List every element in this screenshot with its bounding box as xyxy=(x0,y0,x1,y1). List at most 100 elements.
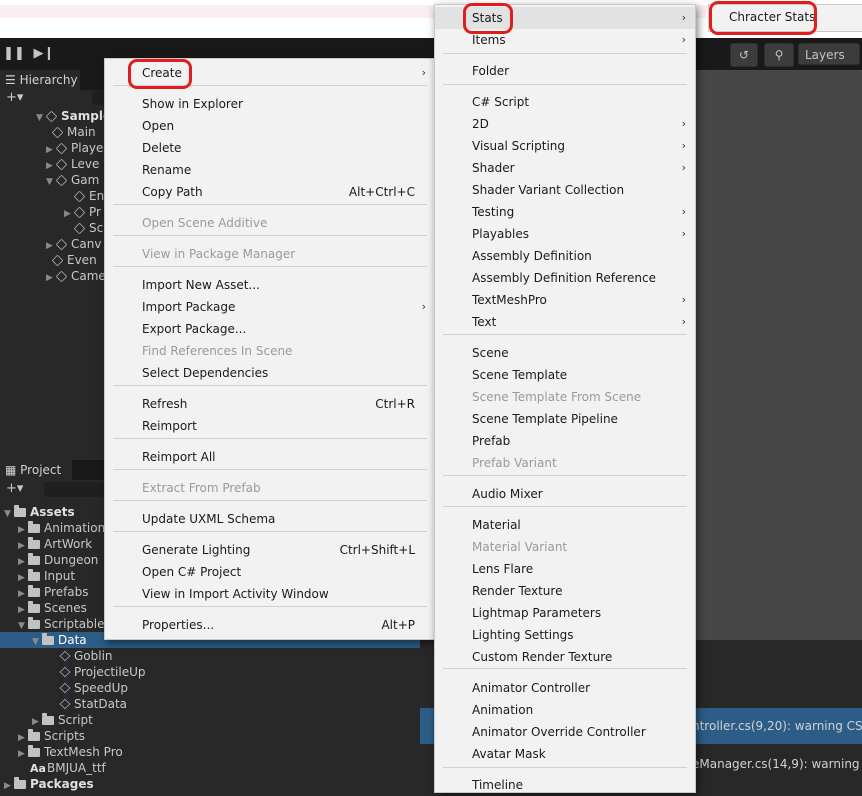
project-row[interactable]: ProjectileUp xyxy=(59,664,146,680)
gameobject-icon xyxy=(73,222,86,235)
menu-item-avatar-mask[interactable]: Avatar Mask xyxy=(435,743,695,765)
history-icon[interactable]: ↺ xyxy=(730,43,758,67)
menu-item-properties[interactable]: Properties... Alt+P xyxy=(105,614,435,636)
menu-item-folder[interactable]: Folder xyxy=(435,60,695,82)
menu-item-shader-variant-collection[interactable]: Shader Variant Collection xyxy=(435,179,695,201)
menu-item-assembly-definition-reference[interactable]: Assembly Definition Reference xyxy=(435,267,695,289)
search-icon[interactable]: ⚲ xyxy=(764,43,794,67)
menu-item-generate-lighting[interactable]: Generate Lighting Ctrl+Shift+L xyxy=(105,539,435,561)
menu-item-reimport-all[interactable]: Reimport All xyxy=(105,446,435,468)
expand-arrow-icon[interactable]: ▼ xyxy=(46,174,56,190)
menu-item-prefab[interactable]: Prefab xyxy=(435,430,695,452)
expand-arrow-icon[interactable]: ▼ xyxy=(18,618,28,634)
menu-item-lightmap-parameters[interactable]: Lightmap Parameters xyxy=(435,602,695,624)
project-row[interactable]: Goblin xyxy=(59,648,113,664)
menu-item-reimport[interactable]: Reimport xyxy=(105,415,435,437)
tab-hierarchy[interactable]: ☰ Hierarchy xyxy=(0,70,80,90)
menu-item-lighting-settings[interactable]: Lighting Settings xyxy=(435,624,695,646)
project-row[interactable]: ▶ Animation xyxy=(18,520,105,536)
project-row[interactable]: ▶ Script xyxy=(32,712,93,728)
menu-item-scene-template[interactable]: Scene Template xyxy=(435,364,695,386)
menu-item-playables[interactable]: Playables › xyxy=(435,223,695,245)
layers-dropdown[interactable]: Layers xyxy=(798,43,860,65)
project-row[interactable]: ▶ Prefabs xyxy=(18,584,89,600)
project-row[interactable]: ▼ Data xyxy=(32,632,87,648)
menu-item-visual-scripting[interactable]: Visual Scripting › xyxy=(435,135,695,157)
menu-item-audio-mixer[interactable]: Audio Mixer xyxy=(435,483,695,505)
hierarchy-row[interactable]: ▶ Leve xyxy=(46,156,99,172)
hierarchy-row[interactable]: ▶ Playe xyxy=(46,140,103,156)
project-row[interactable]: ▼ Assets xyxy=(4,504,75,520)
hierarchy-row[interactable]: ▶ Canv xyxy=(46,236,101,252)
hierarchy-row[interactable]: En xyxy=(73,188,104,204)
menu-item-delete[interactable]: Delete xyxy=(105,137,435,159)
menu-item-scene[interactable]: Scene xyxy=(435,342,695,364)
menu-item-testing[interactable]: Testing › xyxy=(435,201,695,223)
hierarchy-row[interactable]: ▼ Gam xyxy=(46,172,99,188)
hierarchy-row[interactable]: ▼ Sample xyxy=(36,108,111,124)
menu-item-animator-controller[interactable]: Animator Controller xyxy=(435,677,695,699)
project-row-label: Input xyxy=(44,569,76,583)
expand-arrow-icon[interactable]: ▶ xyxy=(4,778,14,794)
expand-arrow-icon[interactable]: ▼ xyxy=(4,506,14,522)
menu-item-custom-render-texture[interactable]: Custom Render Texture xyxy=(435,646,695,668)
menu-item-scene-template-pipeline[interactable]: Scene Template Pipeline xyxy=(435,408,695,430)
expand-arrow-icon[interactable]: ▼ xyxy=(36,110,46,126)
menu-item-assembly-definition[interactable]: Assembly Definition xyxy=(435,245,695,267)
project-row[interactable]: ▶ TextMesh Pro xyxy=(18,744,123,760)
menu-item-c-script[interactable]: C# Script xyxy=(435,91,695,113)
project-row[interactable]: ▶ ArtWork xyxy=(18,536,92,552)
menu-item-select-dependencies[interactable]: Select Dependencies xyxy=(105,362,435,384)
project-row[interactable]: ▶ Scripts xyxy=(18,728,85,744)
hierarchy-row[interactable]: ▶ Pr xyxy=(64,204,101,220)
menu-item-open[interactable]: Open xyxy=(105,115,435,137)
project-search-input[interactable] xyxy=(44,482,104,497)
pause-icon[interactable]: ❚❚ xyxy=(2,44,26,64)
menu-item-refresh[interactable]: Refresh Ctrl+R xyxy=(105,393,435,415)
menu-item-label: View in Import Activity Window xyxy=(142,587,329,601)
menu-item-open-c-project[interactable]: Open C# Project xyxy=(105,561,435,583)
menu-item-text[interactable]: Text › xyxy=(435,311,695,333)
menu-item-export-package[interactable]: Export Package... xyxy=(105,318,435,340)
hierarchy-search-input[interactable] xyxy=(92,91,104,105)
project-row[interactable]: ▶ Input xyxy=(18,568,75,584)
menu-item-update-uxml-schema[interactable]: Update UXML Schema xyxy=(105,508,435,530)
scene-view[interactable] xyxy=(696,70,862,670)
expand-arrow-icon[interactable]: ▶ xyxy=(18,746,28,762)
project-row[interactable]: BMJUA_ttf xyxy=(47,760,106,776)
project-add-button[interactable]: +▾ xyxy=(6,481,23,497)
scriptable-object-icon xyxy=(59,698,71,710)
hierarchy-row[interactable]: Sc xyxy=(73,220,103,236)
menu-item-timeline[interactable]: Timeline xyxy=(435,774,695,796)
expand-arrow-icon[interactable]: ▶ xyxy=(64,206,74,222)
hierarchy-row[interactable]: Main xyxy=(51,124,96,140)
project-row[interactable]: ▼ Scriptable xyxy=(18,616,105,632)
menu-item-rename[interactable]: Rename xyxy=(105,159,435,181)
hierarchy-add-button[interactable]: +▾ xyxy=(6,90,23,106)
hierarchy-row[interactable]: Even xyxy=(51,252,97,268)
menu-item-2d[interactable]: 2D › xyxy=(435,113,695,135)
menu-item-view-in-import-activity-window[interactable]: View in Import Activity Window xyxy=(105,583,435,605)
project-row[interactable]: ▶ Packages xyxy=(4,776,94,792)
project-row[interactable]: Aa xyxy=(30,760,46,776)
expand-arrow-icon[interactable]: ▶ xyxy=(46,270,56,286)
project-row[interactable]: ▶ Dungeon xyxy=(18,552,98,568)
project-row[interactable]: ▶ Scenes xyxy=(18,600,87,616)
hierarchy-row[interactable]: ▶ Came xyxy=(46,268,106,284)
expand-arrow-icon[interactable]: ▼ xyxy=(32,634,42,650)
menu-item-copy-path[interactable]: Copy Path Alt+Ctrl+C xyxy=(105,181,435,203)
menu-item-material[interactable]: Material xyxy=(435,514,695,536)
menu-item-show-in-explorer[interactable]: Show in Explorer xyxy=(105,93,435,115)
menu-item-render-texture[interactable]: Render Texture xyxy=(435,580,695,602)
menu-item-shader[interactable]: Shader › xyxy=(435,157,695,179)
project-row[interactable]: SpeedUp xyxy=(59,680,128,696)
menu-item-import-package[interactable]: Import Package › xyxy=(105,296,435,318)
menu-item-import-new-asset[interactable]: Import New Asset... xyxy=(105,274,435,296)
project-row[interactable]: StatData xyxy=(59,696,127,712)
menu-item-animation[interactable]: Animation xyxy=(435,699,695,721)
step-icon[interactable]: ▶❙ xyxy=(32,44,56,64)
tab-project[interactable]: ▦ Project xyxy=(0,460,72,480)
menu-item-animator-override-controller[interactable]: Animator Override Controller xyxy=(435,721,695,743)
menu-item-textmeshpro[interactable]: TextMeshPro › xyxy=(435,289,695,311)
menu-item-lens-flare[interactable]: Lens Flare xyxy=(435,558,695,580)
